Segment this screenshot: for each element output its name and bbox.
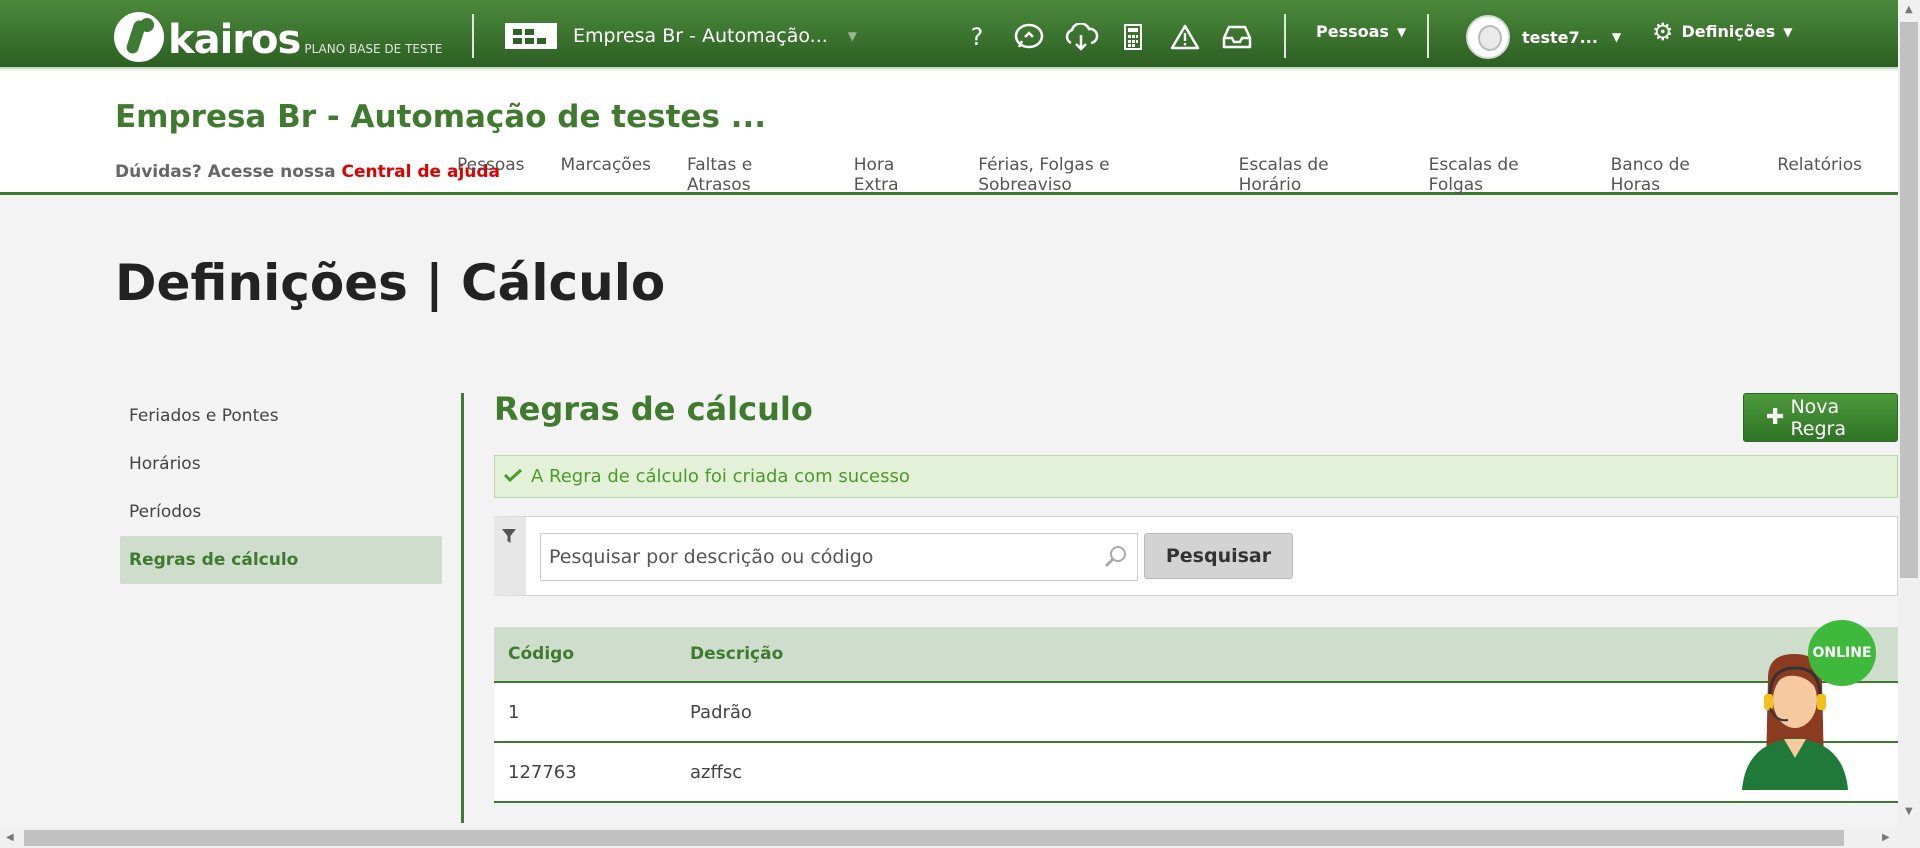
- cloud-sync-icon[interactable]: [1062, 20, 1100, 54]
- divider: [1427, 14, 1429, 58]
- nav-item-escalas-horario[interactable]: Escalas de Horário: [1239, 155, 1393, 195]
- avatar: [1466, 15, 1510, 59]
- gear-icon: ⚙: [1652, 17, 1674, 46]
- divider: [472, 14, 474, 58]
- cell-description: azffsc: [690, 761, 743, 783]
- cell-description: Padrão: [690, 701, 752, 723]
- cell-code: 127763: [508, 761, 577, 783]
- filter-icon[interactable]: [501, 528, 517, 544]
- divider: [1284, 14, 1286, 58]
- column-header-description[interactable]: Descrição: [690, 644, 1898, 664]
- nav-item-faltas-atrasos[interactable]: Faltas e Atrasos: [687, 155, 818, 195]
- people-menu[interactable]: Pessoas ▼: [1316, 22, 1406, 41]
- search-button[interactable]: Pesquisar: [1144, 533, 1293, 579]
- kairos-logo[interactable]: kairos PLANO BASE DE TESTE: [114, 8, 443, 62]
- settings-sidebar: Feriados e Pontes Horários Períodos Regr…: [120, 392, 442, 584]
- table-row[interactable]: 127763 azffsc: [494, 743, 1898, 803]
- chat-support-icon[interactable]: [1010, 20, 1048, 54]
- settings-menu[interactable]: ⚙ Definições ▼: [1652, 17, 1793, 46]
- page-header: Empresa Br - Automação de testes ... Dúv…: [0, 71, 1898, 195]
- content-divider: [461, 393, 464, 823]
- page-title: Definições | Cálculo: [115, 254, 666, 312]
- scroll-left-icon[interactable]: ◀: [6, 832, 14, 843]
- help-prefix: Dúvidas? Acesse nossa: [115, 162, 336, 182]
- nav-item-banco-horas[interactable]: Banco de Horas: [1611, 155, 1742, 195]
- nav-item-relatorios[interactable]: Relatórios: [1777, 155, 1862, 195]
- success-message: A Regra de cálculo foi criada com sucess…: [531, 466, 910, 487]
- table-header: Código Descrição: [494, 627, 1898, 683]
- user-menu-label: teste7...: [1522, 27, 1598, 47]
- cell-code: 1: [508, 701, 520, 723]
- user-menu[interactable]: teste7... ▼: [1466, 15, 1621, 59]
- sidebar-item-periodos[interactable]: Períodos: [120, 488, 442, 536]
- calculator-icon[interactable]: [1114, 20, 1152, 54]
- warning-icon[interactable]: [1166, 20, 1204, 54]
- sidebar-item-horarios[interactable]: Horários: [120, 440, 442, 488]
- new-rule-button[interactable]: ✚ Nova Regra: [1743, 393, 1898, 442]
- settings-menu-label: Definições: [1681, 22, 1776, 41]
- company-selector-label: Empresa Br - Automação...: [573, 25, 828, 47]
- logo-text: kairos: [168, 17, 301, 63]
- company-selector[interactable]: Empresa Br - Automação... ▼: [505, 18, 857, 54]
- plan-label: PLANO BASE DE TESTE: [304, 42, 443, 56]
- vertical-scrollbar-thumb[interactable]: [1900, 22, 1918, 578]
- check-icon: [503, 468, 523, 482]
- scroll-down-icon[interactable]: ▼: [1905, 806, 1913, 817]
- scroll-right-icon[interactable]: ▶: [1882, 832, 1890, 843]
- help-text: Dúvidas? Acesse nossa Central de ajuda: [115, 162, 500, 182]
- chevron-down-icon: ▼: [1783, 24, 1793, 39]
- chevron-down-icon: ▼: [1611, 30, 1622, 44]
- top-navbar: kairos PLANO BASE DE TESTE Empresa Br - …: [0, 0, 1898, 69]
- nav-item-escalas-folgas[interactable]: Escalas de Folgas: [1429, 155, 1575, 195]
- sidebar-item-feriados[interactable]: Feriados e Pontes: [120, 392, 442, 440]
- rules-table: Código Descrição 1 Padrão 127763 azffsc: [494, 627, 1898, 803]
- nav-item-marcacoes[interactable]: Marcações: [561, 155, 652, 195]
- new-rule-label: Nova Regra: [1790, 395, 1846, 440]
- chevron-down-icon: ▼: [847, 29, 858, 43]
- panel-title: Regras de cálculo: [494, 390, 813, 428]
- search-input[interactable]: [540, 533, 1138, 581]
- toolbar-icons: ?: [958, 20, 1256, 54]
- company-title: Empresa Br - Automação de testes ...: [115, 99, 767, 135]
- column-header-code[interactable]: Código: [494, 644, 690, 664]
- people-menu-label: Pessoas: [1316, 22, 1389, 41]
- logo-mark-icon: [114, 12, 164, 62]
- horizontal-scrollbar-thumb[interactable]: [24, 830, 1844, 846]
- table-row[interactable]: 1 Padrão: [494, 683, 1898, 743]
- chevron-down-icon: ▼: [1396, 24, 1407, 39]
- plus-icon: ✚: [1766, 405, 1785, 430]
- search-icon[interactable]: [1104, 545, 1128, 569]
- main-nav: Pessoas Marcações Faltas e Atrasos Hora …: [457, 155, 1898, 195]
- company-grid-icon: [505, 23, 557, 49]
- inbox-icon[interactable]: [1218, 20, 1256, 54]
- nav-item-hora-extra[interactable]: Hora Extra: [854, 155, 943, 195]
- success-alert: A Regra de cálculo foi criada com sucess…: [494, 455, 1898, 498]
- nav-item-ferias-folgas[interactable]: Férias, Folgas e Sobreaviso: [978, 155, 1202, 195]
- sidebar-item-regras-calculo[interactable]: Regras de cálculo: [120, 536, 442, 584]
- online-badge[interactable]: ONLINE: [1808, 620, 1876, 686]
- nav-item-pessoas[interactable]: Pessoas: [457, 155, 525, 195]
- help-icon[interactable]: ?: [958, 20, 996, 54]
- scroll-up-icon[interactable]: ▲: [1905, 4, 1913, 15]
